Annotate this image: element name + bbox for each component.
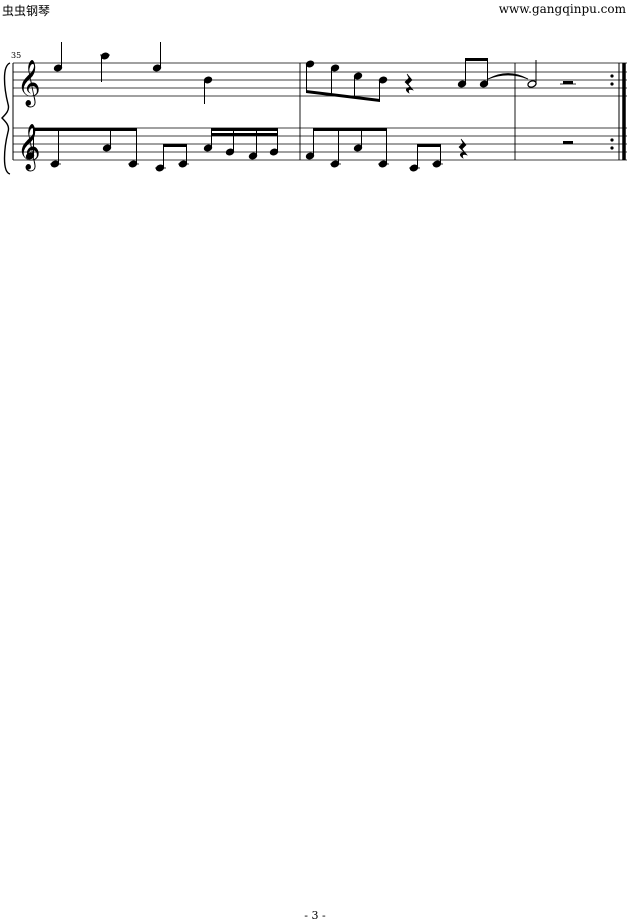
note: [527, 80, 537, 88]
beam: [465, 58, 488, 61]
beam: [163, 144, 187, 147]
beam: [211, 128, 278, 131]
beam: [33, 128, 137, 131]
treble-clef-lower: 𝄞: [17, 124, 41, 172]
quarter-rest: [404, 73, 414, 94]
measure-number: 35: [11, 51, 21, 60]
repeat-dots: [610, 74, 614, 150]
upper-staff: [13, 62, 627, 97]
beam: [313, 128, 387, 131]
grand-staff-brace: [1, 62, 11, 175]
upper-notes: [53, 42, 576, 104]
music-score: 35 𝄞 𝄞: [1, 42, 627, 175]
half-rest: [563, 81, 573, 84]
lower-staff: [13, 127, 627, 161]
page-number: - 3 -: [304, 909, 326, 922]
system: [1, 62, 627, 175]
lower-notes: [25, 128, 573, 172]
beam: [417, 144, 441, 147]
quarter-rest: [458, 138, 468, 159]
beam: [211, 133, 278, 136]
treble-clef-upper: 𝄞: [17, 60, 41, 108]
tie: [487, 73, 529, 80]
half-rest: [563, 141, 573, 144]
